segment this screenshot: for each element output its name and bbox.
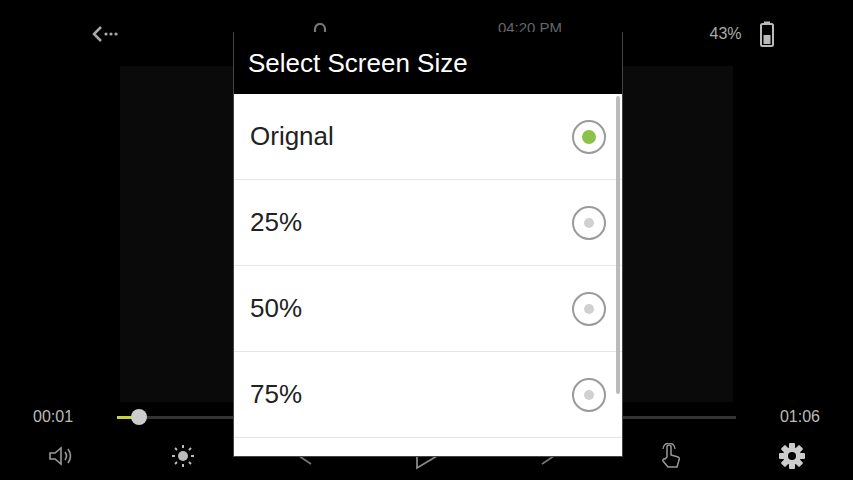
radio-button[interactable]	[572, 378, 606, 412]
radio-dot	[582, 130, 596, 144]
option-row[interactable]: 50%	[234, 266, 622, 352]
option-label: Orignal	[250, 121, 334, 152]
seek-thumb[interactable]	[131, 409, 147, 425]
radio-button[interactable]	[572, 206, 606, 240]
brightness-icon[interactable]	[171, 444, 195, 468]
option-row[interactable]: Orignal	[234, 94, 622, 180]
scrollbar[interactable]	[616, 96, 620, 394]
radio-dot	[584, 218, 594, 228]
gear-icon[interactable]	[778, 442, 806, 470]
back-icon[interactable]	[92, 25, 118, 43]
option-label: 50%	[250, 293, 302, 324]
option-label: 75%	[250, 379, 302, 410]
dialog-title: Select Screen Size	[234, 32, 622, 94]
radio-button[interactable]	[572, 292, 606, 326]
option-row[interactable]: 75%	[234, 352, 622, 438]
touch-icon[interactable]	[658, 443, 682, 469]
option-label: 25%	[250, 207, 302, 238]
total-time: 01:06	[780, 408, 820, 426]
radio-dot	[584, 390, 594, 400]
battery-percent: 43%	[709, 25, 741, 43]
screen-size-dialog: Select Screen Size Orignal 25% 50% 75%	[233, 32, 623, 457]
radio-button[interactable]	[572, 120, 606, 154]
option-row[interactable]: 25%	[234, 180, 622, 266]
radio-dot	[584, 304, 594, 314]
video-player: 04:20 PM43%00:0101:06Select Screen SizeO…	[0, 0, 853, 480]
current-time: 00:01	[33, 408, 73, 426]
option-list: Orignal 25% 50% 75%	[234, 94, 622, 456]
battery-icon	[760, 21, 774, 47]
volume-icon[interactable]	[48, 445, 74, 467]
